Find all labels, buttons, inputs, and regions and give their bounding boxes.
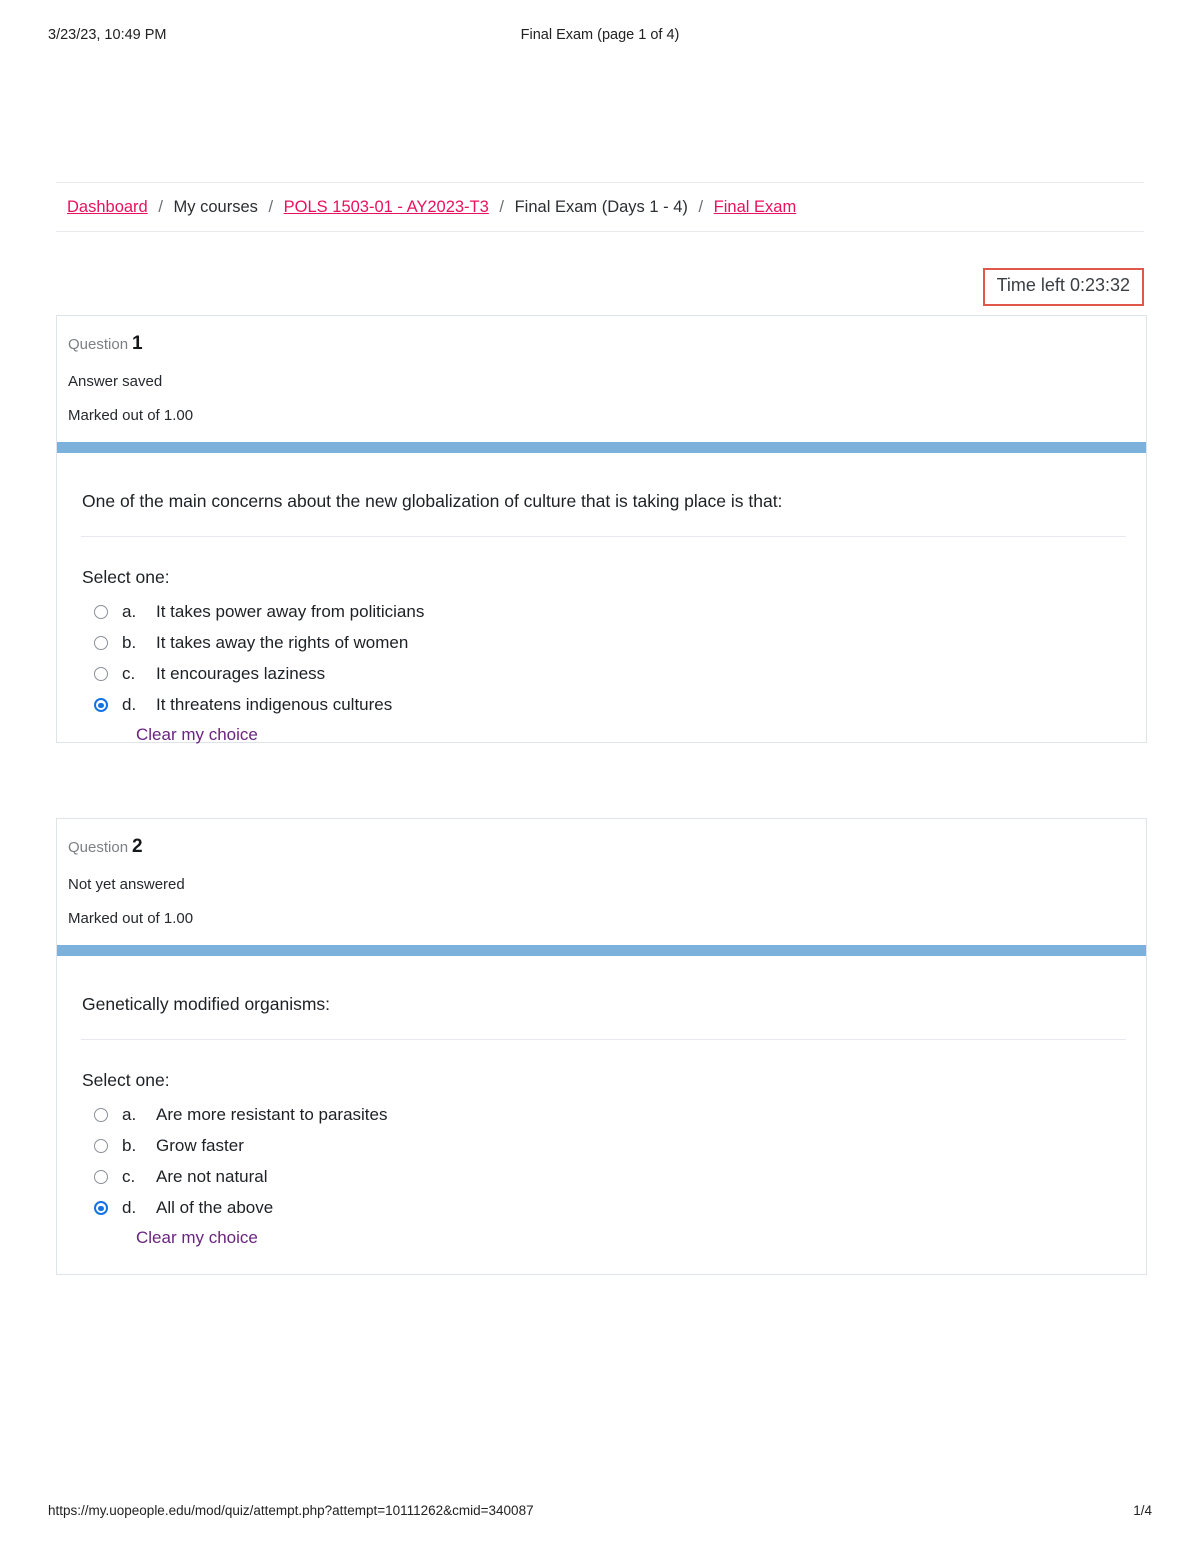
question-divider xyxy=(81,1038,1126,1040)
answer-text: Grow faster xyxy=(156,1136,244,1156)
breadcrumb-item-final-exam[interactable]: Final Exam xyxy=(714,198,797,216)
clear-my-choice-link[interactable]: Clear my choice xyxy=(136,725,258,745)
question-text: One of the main concerns about the new g… xyxy=(82,490,783,511)
question-number-label: Question xyxy=(68,839,129,856)
radio-icon[interactable] xyxy=(94,667,108,682)
question-number: Question 1 xyxy=(68,330,1146,359)
answer-option[interactable]: b. It takes away the rights of women xyxy=(94,628,1122,659)
answer-text: It takes away the rights of women xyxy=(156,633,409,653)
radio-icon-selected[interactable] xyxy=(94,1201,108,1216)
question-body: One of the main concerns about the new g… xyxy=(57,453,1146,745)
answer-letter: c. xyxy=(122,1167,136,1187)
question-number: Question 2 xyxy=(68,833,1146,862)
breadcrumb-separator: / xyxy=(499,197,504,216)
question-info: Question 2 Not yet answered Marked out of… xyxy=(57,819,1146,931)
answer-text: It encourages laziness xyxy=(156,664,326,684)
print-header-title: Final Exam (page 1 of 4) xyxy=(520,27,680,43)
breadcrumb-item-quiz-group: Final Exam (Days 1 - 4) xyxy=(514,197,688,216)
question-marks: Marked out of 1.00 xyxy=(68,407,194,424)
answer-letter: a. xyxy=(122,1105,137,1125)
breadcrumb: Dashboard / My courses / POLS 1503-01 - … xyxy=(56,182,1144,232)
quiz-timer: Time left 0:23:32 xyxy=(982,268,1144,306)
breadcrumb-item-course[interactable]: POLS 1503-01 - AY2023-T3 xyxy=(284,198,489,216)
question-body: Genetically modified organisms: Select o… xyxy=(57,956,1146,1248)
radio-icon[interactable] xyxy=(94,636,108,651)
answer-option[interactable]: b. Grow faster xyxy=(94,1131,1122,1162)
answer-letter: d. xyxy=(122,695,137,715)
question-marks: Marked out of 1.00 xyxy=(68,910,194,927)
answer-option[interactable]: c. It encourages laziness xyxy=(94,659,1122,690)
breadcrumb-separator: / xyxy=(698,197,704,216)
answer-letter: d. xyxy=(122,1198,137,1218)
answer-option[interactable]: a. It takes power away from politicians xyxy=(94,597,1122,628)
answer-text: Are more resistant to parasites xyxy=(156,1105,388,1125)
print-footer: https://my.uopeople.edu/mod/quiz/attempt… xyxy=(0,1503,1200,1523)
question-text: Genetically modified organisms: xyxy=(82,993,331,1014)
question-divider xyxy=(81,535,1126,537)
radio-icon[interactable] xyxy=(94,605,108,620)
breadcrumb-separator: / xyxy=(268,197,274,216)
answer-letter: b. xyxy=(122,1136,137,1156)
answer-option[interactable]: d. All of the above xyxy=(94,1193,1122,1224)
select-one-label: Select one: xyxy=(82,566,170,587)
question-accent-bar xyxy=(57,944,1146,956)
question-card: Question 2 Not yet answered Marked out of… xyxy=(56,818,1147,1275)
question-number-label: Question xyxy=(68,336,129,353)
clear-my-choice-link[interactable]: Clear my choice xyxy=(136,1228,258,1248)
answer-text: All of the above xyxy=(156,1198,274,1218)
print-footer-page: 1/4 xyxy=(1133,1503,1152,1518)
answer-option[interactable]: d. It threatens indigenous cultures xyxy=(94,690,1122,721)
answer-letter: b. xyxy=(122,633,137,653)
print-footer-url: https://my.uopeople.edu/mod/quiz/attempt… xyxy=(48,1503,534,1518)
question-status: Not yet answered xyxy=(68,875,185,893)
question-number-value: 2 xyxy=(132,836,143,857)
answer-text: It takes power away from politicians xyxy=(156,602,425,622)
print-header: 3/23/23, 10:49 PM Final Exam (page 1 of … xyxy=(0,27,1200,47)
radio-icon[interactable] xyxy=(94,1170,108,1185)
radio-icon[interactable] xyxy=(94,1108,108,1123)
breadcrumb-item-dashboard[interactable]: Dashboard xyxy=(67,198,148,216)
breadcrumb-separator: / xyxy=(158,197,163,216)
question-info: Question 1 Answer saved Marked out of 1.0… xyxy=(57,316,1146,428)
answer-option[interactable]: c. Are not natural xyxy=(94,1162,1122,1193)
question-status: Answer saved xyxy=(68,372,163,390)
answer-option[interactable]: a. Are more resistant to parasites xyxy=(94,1100,1122,1131)
breadcrumb-item-my-courses: My courses xyxy=(173,197,258,216)
question-number-value: 1 xyxy=(132,333,143,354)
answer-options: a. It takes power away from politicians … xyxy=(81,597,1122,745)
breadcrumb-list: Dashboard / My courses / POLS 1503-01 - … xyxy=(67,199,796,216)
quiz-timer-label: Time left 0:23:32 xyxy=(996,275,1130,295)
radio-icon[interactable] xyxy=(94,1139,108,1154)
answer-text: Are not natural xyxy=(156,1167,268,1187)
answer-letter: c. xyxy=(122,664,136,684)
select-one-label: Select one: xyxy=(82,1069,170,1090)
answer-letter: a. xyxy=(122,602,137,622)
answer-options: a. Are more resistant to parasites b. Gr… xyxy=(81,1100,1122,1248)
radio-icon-selected[interactable] xyxy=(94,698,108,713)
answer-text: It threatens indigenous cultures xyxy=(156,695,393,715)
question-accent-bar xyxy=(57,441,1146,453)
question-card: Question 1 Answer saved Marked out of 1.0… xyxy=(56,315,1147,745)
